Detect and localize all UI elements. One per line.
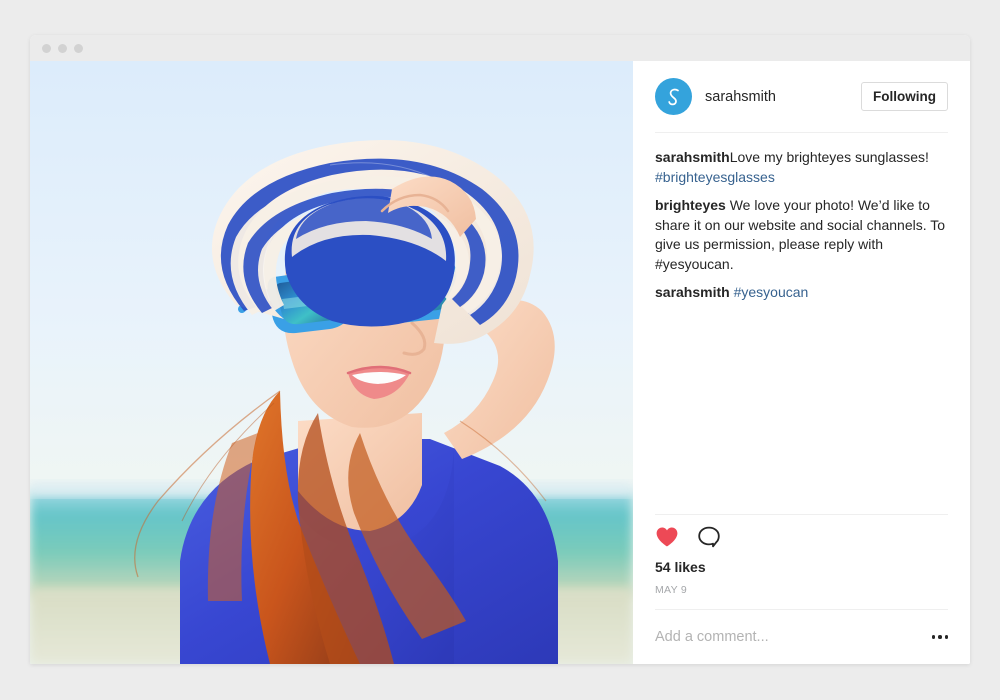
profile-logo-icon [662, 85, 686, 109]
speech-bubble-icon [697, 525, 721, 549]
comment-author[interactable]: sarahsmith [655, 284, 730, 300]
comment-text: Love my brighteyes sunglasses! [730, 149, 929, 165]
post-photo[interactable] [30, 61, 633, 664]
post-username[interactable]: sarahsmith [705, 89, 861, 105]
minimize-window-button[interactable] [58, 44, 67, 53]
browser-window: sarahsmith Following sarahsmithLove my b… [30, 35, 970, 664]
comment-hashtag[interactable]: #brighteyesglasses [655, 169, 775, 185]
maximize-window-button[interactable] [74, 44, 83, 53]
list-item: sarahsmith #yesyoucan [655, 283, 948, 303]
comment-author[interactable]: brighteyes [655, 197, 726, 213]
post-header: sarahsmith Following [655, 61, 948, 132]
comment-list: sarahsmithLove my brighteyes sunglasses!… [655, 133, 948, 514]
comment-button[interactable] [697, 525, 721, 549]
comment-author[interactable]: sarahsmith [655, 149, 730, 165]
close-window-button[interactable] [42, 44, 51, 53]
list-item: brighteyes We love your photo! We’d like… [655, 196, 948, 274]
post-timestamp: MAY 9 [655, 584, 948, 596]
heart-icon [655, 526, 679, 548]
photo-illustration [30, 61, 633, 664]
comment-hashtag[interactable]: #yesyoucan [734, 284, 809, 300]
more-options-button[interactable] [922, 635, 949, 639]
instagram-post: sarahsmith Following sarahsmithLove my b… [30, 61, 970, 664]
follow-button[interactable]: Following [861, 82, 948, 112]
post-sidebar: sarahsmith Following sarahsmithLove my b… [633, 61, 970, 664]
post-actions [655, 515, 948, 559]
avatar[interactable] [655, 78, 692, 115]
like-count: 54 likes [655, 559, 948, 575]
like-button[interactable] [655, 526, 679, 548]
add-comment-row [655, 610, 948, 664]
list-item: sarahsmithLove my brighteyes sunglasses!… [655, 148, 948, 187]
add-comment-input[interactable] [655, 629, 922, 645]
window-titlebar [30, 35, 970, 61]
